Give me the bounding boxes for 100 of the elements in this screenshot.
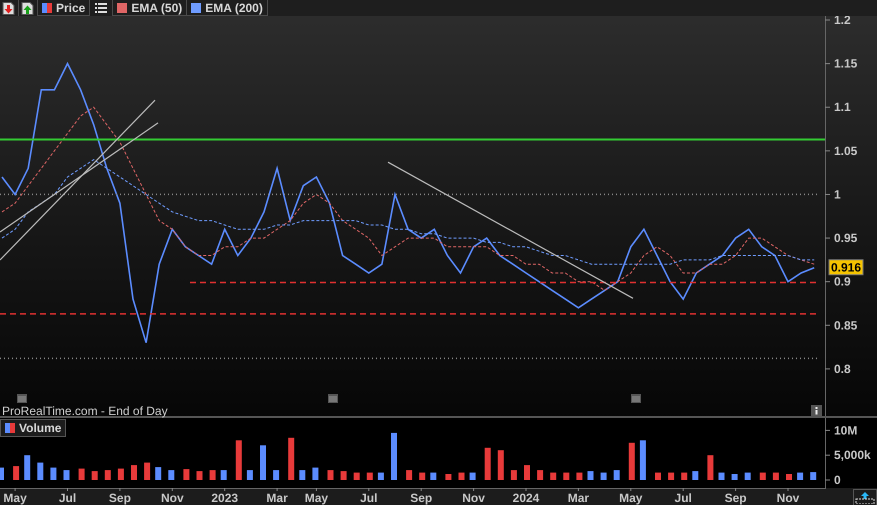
info-icon[interactable] (811, 405, 822, 416)
axis-label: 0.8 (834, 362, 851, 376)
color-swatch (191, 2, 202, 12)
volume-bar (681, 472, 688, 480)
volume-bar (550, 472, 556, 480)
volume-bar (614, 470, 620, 480)
volume-bar (563, 472, 570, 480)
axis-label: Mar (266, 491, 288, 505)
volume-bar (445, 474, 452, 480)
axis-label: 5,000k (834, 448, 871, 462)
volume-bar (600, 472, 607, 480)
volume-bar (196, 471, 202, 480)
volume-bar (260, 445, 266, 480)
axis-label: 1.05 (834, 144, 858, 158)
calendar-icon (328, 393, 338, 403)
volume-bar (78, 468, 85, 480)
volume-bar (288, 438, 294, 480)
axis-label: Jul (360, 491, 378, 505)
axis-label: 10M (834, 423, 858, 438)
volume-bar (484, 448, 491, 480)
volume-bar (718, 472, 724, 480)
volume-bar (118, 468, 124, 480)
axis-label: Jul (58, 491, 76, 505)
volume-bar (640, 440, 646, 480)
calendar-icon (17, 393, 27, 403)
axis-label: Nov (160, 491, 184, 505)
axis-label: Sep (410, 491, 432, 505)
volume-bar (340, 471, 347, 480)
volume-bar (131, 465, 137, 480)
color-swatch (42, 2, 52, 12)
volume-bar (760, 472, 766, 480)
volume-bar (183, 469, 190, 480)
chart-title: Volume (19, 421, 62, 435)
volume-bar (391, 432, 397, 480)
volume-bar (155, 467, 162, 480)
axis-label: May (3, 491, 27, 505)
volume-bar (510, 470, 517, 480)
volume-bar (104, 470, 111, 480)
axis-label: Jul (674, 491, 692, 505)
volume-bar (744, 472, 751, 480)
volume-bar (655, 472, 661, 480)
volume-bar (668, 472, 674, 480)
volume-bar (588, 471, 594, 480)
volume-bar (772, 472, 779, 480)
volume-bar (24, 455, 30, 480)
expand-icon[interactable] (853, 489, 877, 505)
volume-bar (732, 474, 738, 480)
volume-bar (236, 440, 242, 480)
axis-label: 1.1 (834, 100, 851, 114)
volume-bar (210, 470, 216, 480)
volume-bar (354, 472, 360, 480)
axis-label: May (304, 491, 328, 505)
volume-bar (168, 470, 174, 480)
volume-bar (470, 472, 476, 480)
axis-label: 0.85 (834, 318, 858, 332)
source-label: ProRealTime.com - End of Day (2, 404, 168, 418)
axis-label: 2023 (211, 491, 238, 505)
volume-bar (0, 468, 4, 480)
axis-label: 2024 (512, 491, 540, 505)
axis-label: 0.9 (834, 274, 851, 289)
volume-bar (50, 468, 56, 480)
volume-bar (692, 471, 698, 480)
price-tag: 0.916 (828, 259, 864, 276)
volume-bar (273, 470, 280, 480)
axis-label: May (619, 491, 642, 505)
volume-bar (524, 465, 530, 480)
volume-bar (312, 468, 318, 480)
volume-bar (366, 472, 373, 480)
volume-bar (64, 470, 70, 480)
volume-bar (328, 470, 334, 480)
volume-bar (498, 450, 504, 480)
volume-bar (220, 470, 227, 480)
axis-label: Nov (462, 491, 485, 505)
volume-bar (537, 470, 544, 480)
axis-label: 1 (834, 187, 841, 202)
calendar-icon (631, 393, 641, 403)
axis-label: Sep (108, 491, 131, 505)
volume-bar (37, 462, 44, 480)
volume-bar (406, 470, 412, 480)
axis-label: 0 (834, 473, 841, 487)
volume-bar (419, 472, 426, 480)
axis-label: 1.2 (834, 16, 851, 27)
volume-bar (707, 455, 714, 480)
volume-bar (144, 462, 150, 480)
volume-bar (299, 470, 306, 480)
volume-bar (430, 472, 436, 480)
axis-label: 0.95 (834, 231, 858, 246)
axis-label: Mar (568, 491, 590, 505)
axis-label: Sep (724, 491, 747, 505)
volume-bar (246, 470, 253, 480)
volume-bar (458, 472, 464, 480)
y-axis (824, 418, 830, 488)
volume-bar (576, 472, 582, 480)
axis-label: 1.15 (834, 56, 858, 71)
legend-item[interactable]: Volume (0, 419, 66, 437)
volume-bar (628, 442, 635, 480)
color-swatch (5, 423, 15, 433)
color-swatch (117, 2, 128, 12)
volume-bar (786, 474, 792, 480)
volume-bar (797, 472, 804, 480)
